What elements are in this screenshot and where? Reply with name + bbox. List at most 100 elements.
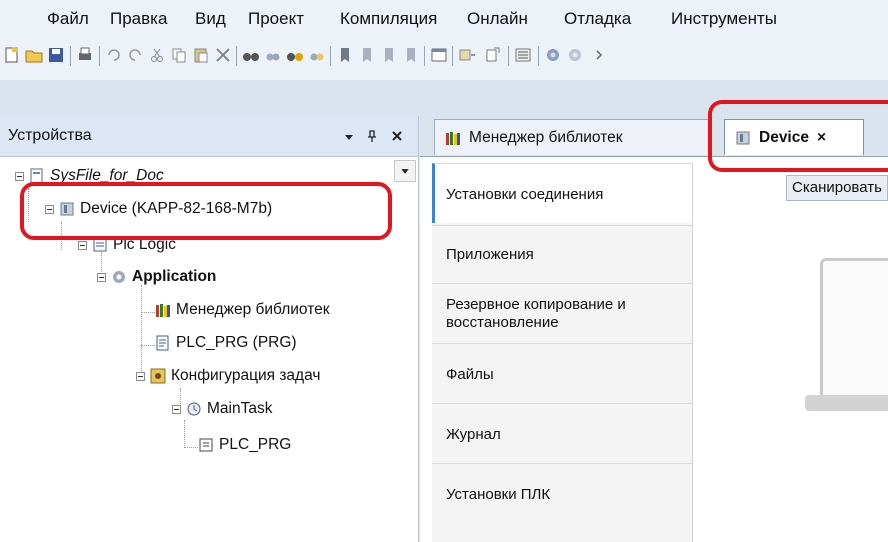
panel-menu-icon[interactable] (343, 131, 355, 143)
toolbar-separator (236, 46, 237, 66)
tree-item-plc-prg[interactable]: PLC_PRG (PRG) (155, 334, 297, 352)
nav-label: Журнал (446, 426, 501, 443)
replace-next-icon[interactable] (308, 46, 326, 64)
collapse-toggle-icon[interactable] (45, 204, 54, 214)
laptop-base-icon (805, 395, 888, 411)
nav-label: Установки ПЛК (446, 486, 551, 503)
nav-label: Приложения (446, 246, 534, 263)
tree-line (61, 222, 62, 250)
nav-backup-restore[interactable]: Резервное копирование и восстановление (432, 283, 692, 344)
redo-icon[interactable] (126, 46, 144, 64)
device-editor-nav: Установки соединения Приложения Резервно… (432, 163, 693, 542)
nav-label: Установки соединения (446, 186, 604, 203)
nav-connection-settings[interactable]: Установки соединения (432, 163, 692, 223)
undo-icon[interactable] (105, 46, 123, 64)
tree-dropdown-icon[interactable] (394, 160, 416, 182)
task-config-icon (150, 368, 166, 384)
menu-file[interactable]: Файл (47, 9, 89, 29)
delete-icon[interactable] (214, 46, 232, 64)
replace-icon[interactable] (286, 46, 304, 64)
toolbar-separator (99, 46, 100, 66)
bookmark-clear-icon[interactable] (402, 46, 420, 64)
tree-item-plc-logic[interactable]: Plc Logic (78, 236, 176, 254)
tree-label: Конфигурация задач (171, 367, 321, 384)
pin-icon[interactable] (366, 129, 378, 143)
bookmark-icon[interactable] (336, 46, 354, 64)
menu-online[interactable]: Онлайн (467, 9, 528, 29)
toolbar-separator (452, 46, 453, 66)
nav-log[interactable]: Журнал (432, 403, 692, 464)
nav-applications[interactable]: Приложения (432, 225, 692, 284)
tree-item-main-task[interactable]: MainTask (172, 400, 272, 418)
tree-item-library-manager[interactable]: Менеджер библиотек (155, 301, 330, 319)
tab-label: Device (759, 128, 809, 146)
library-books-icon (446, 131, 460, 145)
library-books-icon (156, 304, 170, 317)
open-project-icon[interactable] (25, 46, 43, 64)
save-icon[interactable] (47, 46, 65, 64)
menu-build[interactable]: Компиляция (340, 9, 437, 29)
window-icon[interactable] (430, 46, 448, 64)
collapse-toggle-icon[interactable] (136, 371, 145, 381)
task-icon (187, 402, 201, 416)
tree-item-application[interactable]: Application (97, 268, 216, 286)
nav-plc-settings[interactable]: Установки ПЛК (432, 463, 692, 524)
scan-network-button[interactable]: Сканировать (786, 175, 888, 201)
close-tab-icon[interactable]: × (817, 129, 826, 147)
menu-tools[interactable]: Инструменты (671, 9, 777, 29)
print-icon[interactable] (76, 46, 94, 64)
toolbar-separator (538, 46, 539, 66)
collapse-toggle-icon[interactable] (78, 240, 87, 250)
cut-icon[interactable] (148, 46, 166, 64)
tree-label: Plc Logic (113, 236, 176, 253)
program-icon (156, 335, 169, 351)
devices-panel-title: Устройства (8, 127, 92, 144)
logout-icon[interactable] (566, 46, 584, 64)
copy-icon[interactable] (170, 46, 188, 64)
toolbar-separator (70, 46, 71, 66)
tree-line (28, 188, 29, 222)
close-panel-icon[interactable] (391, 130, 403, 142)
collapse-toggle-icon[interactable] (97, 272, 106, 282)
application-gear-icon (113, 271, 125, 283)
menu-view[interactable]: Вид (195, 9, 226, 29)
program-call-icon (199, 438, 213, 452)
export-icon[interactable] (484, 46, 502, 64)
menu-edit[interactable]: Правка (110, 9, 167, 29)
tree-item-task-plc-prg[interactable]: PLC_PRG (198, 436, 291, 454)
tree-line (184, 420, 185, 448)
tree-line (141, 345, 155, 346)
paste-icon[interactable] (192, 46, 210, 64)
bookmark-next-icon[interactable] (358, 46, 376, 64)
tree-label: PLC_PRG (PRG) (176, 334, 297, 351)
tree-label: SysFile_for_Doc (50, 167, 164, 184)
tree-label: Application (132, 268, 217, 285)
devices-panel-header: Устройства (0, 116, 418, 157)
laptop-icon (820, 258, 888, 403)
more-chevron-icon[interactable] (590, 46, 608, 64)
add-object-icon[interactable] (458, 46, 476, 64)
bookmark-prev-icon[interactable] (380, 46, 398, 64)
menu-project[interactable]: Проект (248, 9, 304, 29)
new-project-icon[interactable] (3, 46, 21, 64)
device-scan-icon[interactable] (514, 46, 532, 64)
toolbar-band (0, 80, 888, 116)
tree-item-task-config[interactable]: Конфигурация задач (136, 367, 320, 385)
find-icon[interactable] (242, 46, 260, 64)
find-next-icon[interactable] (264, 46, 282, 64)
login-icon[interactable] (544, 46, 562, 64)
tab-library-manager[interactable]: Менеджер библиотек (434, 119, 712, 155)
tab-device[interactable]: Device × (724, 119, 864, 155)
collapse-toggle-icon[interactable] (15, 171, 24, 181)
device-icon (736, 131, 750, 144)
tree-item-device[interactable]: Device (KAPP-82-168-M7b) (45, 200, 272, 218)
tree-label: MainTask (207, 400, 273, 417)
tree-line (141, 312, 155, 313)
nav-label: Резервное копирование и восстановление (446, 296, 626, 331)
device-icon (60, 202, 74, 216)
tree-label: Менеджер библиотек (176, 301, 330, 318)
collapse-toggle-icon[interactable] (172, 404, 181, 414)
tree-item-project[interactable]: SysFile_for_Doc (15, 167, 164, 185)
menu-debug[interactable]: Отладка (564, 9, 631, 29)
nav-files[interactable]: Файлы (432, 343, 692, 404)
